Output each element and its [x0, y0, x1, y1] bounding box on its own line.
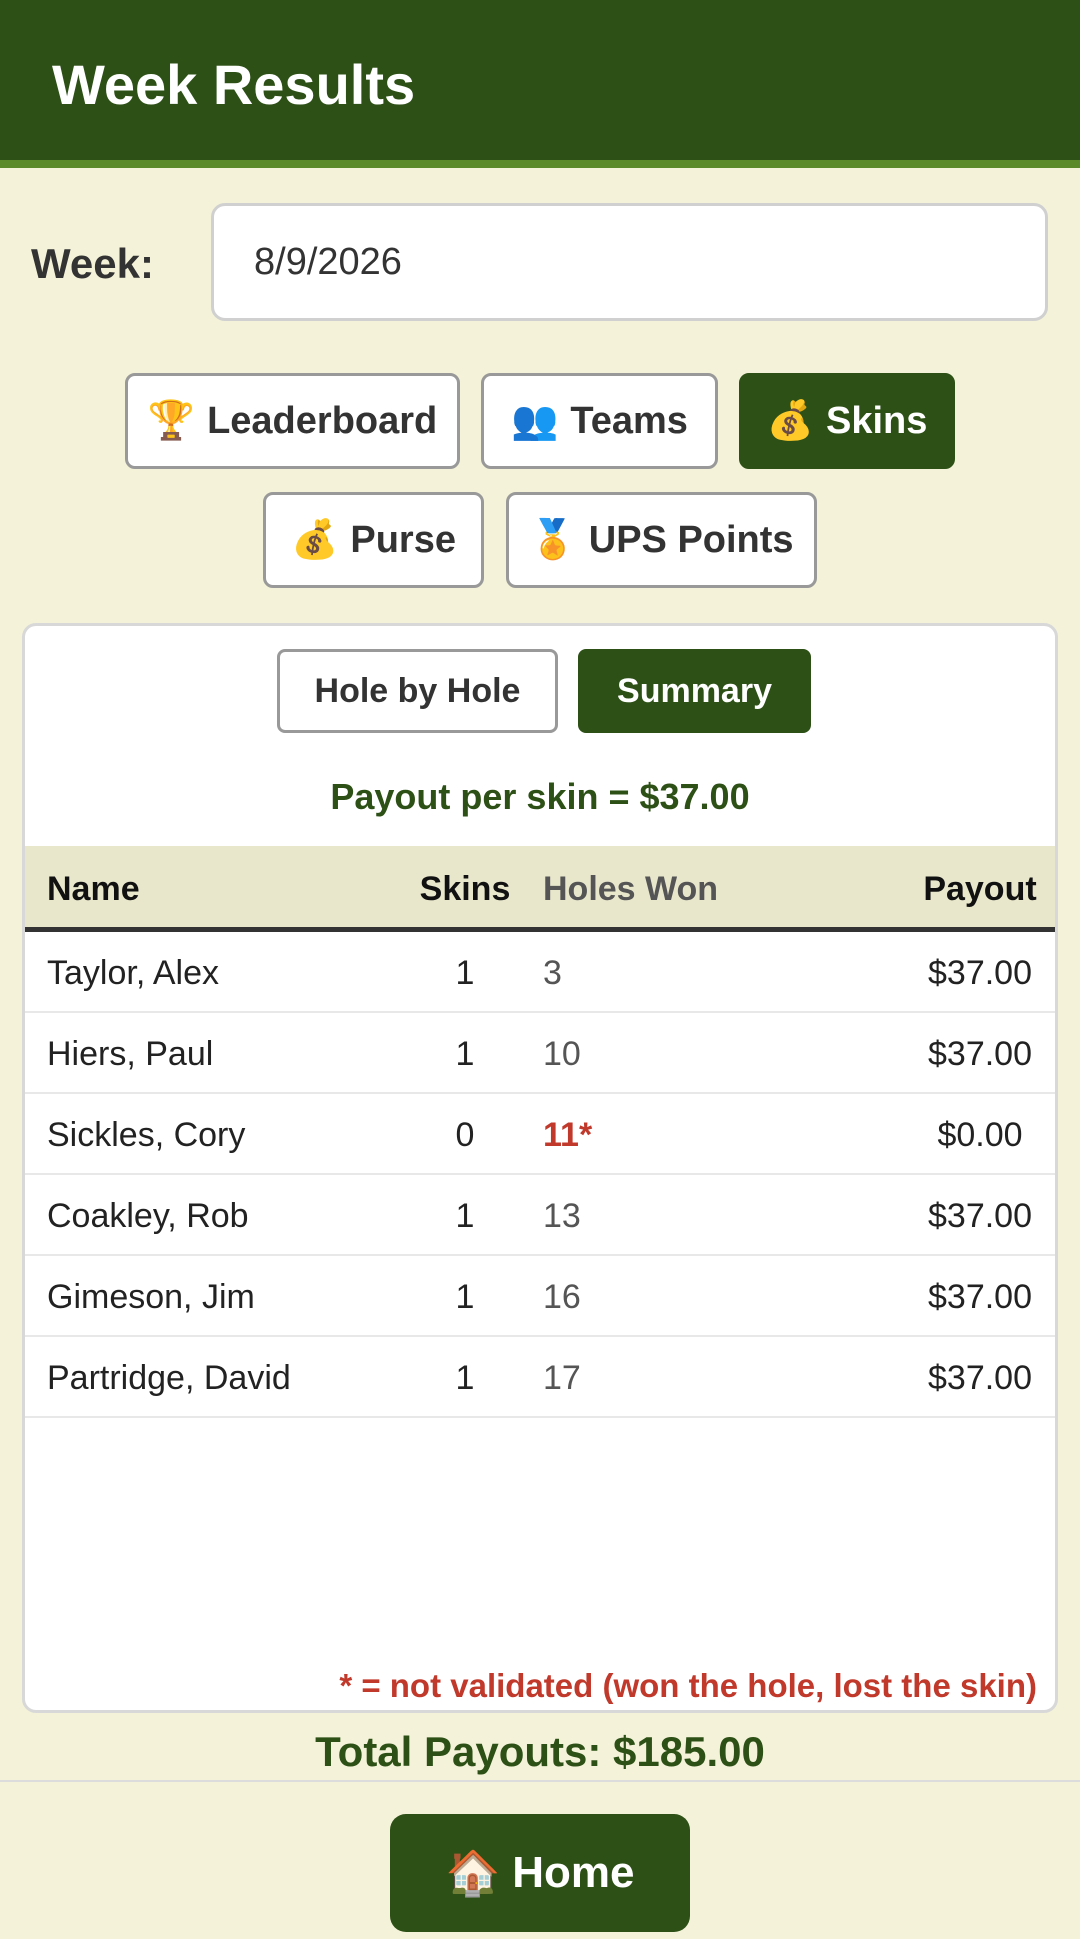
- week-date-input[interactable]: [211, 203, 1048, 321]
- tab-label: Purse: [350, 518, 456, 561]
- player-name: Taylor, Alex: [47, 954, 219, 992]
- skins-count: 1: [455, 1197, 475, 1235]
- column-header-skins: Skins: [419, 870, 511, 908]
- money-bag-icon: 💰: [291, 519, 339, 561]
- app-header: Week Results: [0, 0, 1080, 168]
- player-name: Partridge, David: [47, 1359, 291, 1397]
- tab-leaderboard[interactable]: 🏆 Leaderboard: [125, 373, 460, 469]
- holes-won: 17: [543, 1359, 581, 1397]
- total-payouts: Total Payouts: $185.00: [315, 1728, 765, 1775]
- medal-icon: 🏅: [529, 519, 577, 561]
- skins-count: 1: [455, 1359, 475, 1397]
- people-icon: 👥: [511, 400, 559, 442]
- holes-won: 16: [543, 1278, 581, 1316]
- tab-teams[interactable]: 👥 Teams: [481, 373, 718, 469]
- tab-ups-points[interactable]: 🏅 UPS Points: [506, 492, 817, 588]
- table-row: Coakley, Rob 1 13 $37.00: [25, 1175, 1055, 1256]
- home-button[interactable]: 🏠 Home: [390, 1814, 690, 1932]
- tab-label: UPS Points: [588, 518, 794, 561]
- skins-count: 1: [455, 1035, 475, 1073]
- money-bag-icon: 💰: [766, 400, 814, 442]
- player-name: Sickles, Cory: [47, 1116, 246, 1154]
- tab-skins[interactable]: 💰 Skins: [739, 373, 955, 469]
- holes-won: 13: [543, 1197, 581, 1235]
- player-name: Coakley, Rob: [47, 1197, 249, 1235]
- table-header: Name Skins Holes Won Payout: [25, 846, 1055, 932]
- table-row: Gimeson, Jim 1 16 $37.00: [25, 1256, 1055, 1337]
- column-header-payout: Payout: [923, 870, 1037, 908]
- player-name: Gimeson, Jim: [47, 1278, 255, 1316]
- table-row: Sickles, Cory 0 11* $0.00: [25, 1094, 1055, 1175]
- column-header-name: Name: [47, 870, 140, 908]
- payout-amount: $37.00: [928, 1035, 1032, 1073]
- column-header-holes-won: Holes Won: [543, 870, 719, 908]
- tab-label: Leaderboard: [207, 399, 438, 442]
- trophy-icon: 🏆: [147, 400, 196, 442]
- subtab-hole-by-hole[interactable]: Hole by Hole: [277, 649, 558, 733]
- holes-won: 10: [543, 1035, 581, 1073]
- skins-count: 1: [455, 954, 475, 992]
- subtab-summary[interactable]: Summary: [578, 649, 811, 733]
- tab-label: Teams: [570, 399, 688, 442]
- payout-amount: $37.00: [928, 1359, 1032, 1397]
- skins-count: 0: [455, 1116, 475, 1154]
- page-title: Week Results: [52, 53, 416, 116]
- table-row: Partridge, David 1 17 $37.00: [25, 1337, 1055, 1418]
- holes-won-unvalidated: 11*: [543, 1116, 593, 1154]
- tab-label: Skins: [825, 399, 928, 442]
- footer-divider: [0, 1780, 1080, 1782]
- payout-per-skin: Payout per skin = $37.00: [330, 776, 750, 817]
- tab-purse[interactable]: 💰 Purse: [263, 492, 484, 588]
- table-row: Taylor, Alex 1 3 $37.00: [25, 932, 1055, 1013]
- payout-amount: $0.00: [937, 1116, 1023, 1154]
- holes-won: 3: [543, 954, 562, 992]
- home-button-label: Home: [512, 1848, 635, 1897]
- house-icon: 🏠: [445, 1849, 501, 1898]
- validation-footnote: * = not validated (won the hole, lost th…: [339, 1667, 1037, 1704]
- payout-amount: $37.00: [928, 1197, 1032, 1235]
- skins-count: 1: [455, 1278, 475, 1316]
- payout-amount: $37.00: [928, 954, 1032, 992]
- player-name: Hiers, Paul: [47, 1035, 214, 1073]
- week-label: Week:: [31, 240, 154, 287]
- payout-amount: $37.00: [928, 1278, 1032, 1316]
- table-row: Hiers, Paul 1 10 $37.00: [25, 1013, 1055, 1094]
- skins-panel: Hole by Hole Summary Payout per skin = $…: [22, 623, 1058, 1713]
